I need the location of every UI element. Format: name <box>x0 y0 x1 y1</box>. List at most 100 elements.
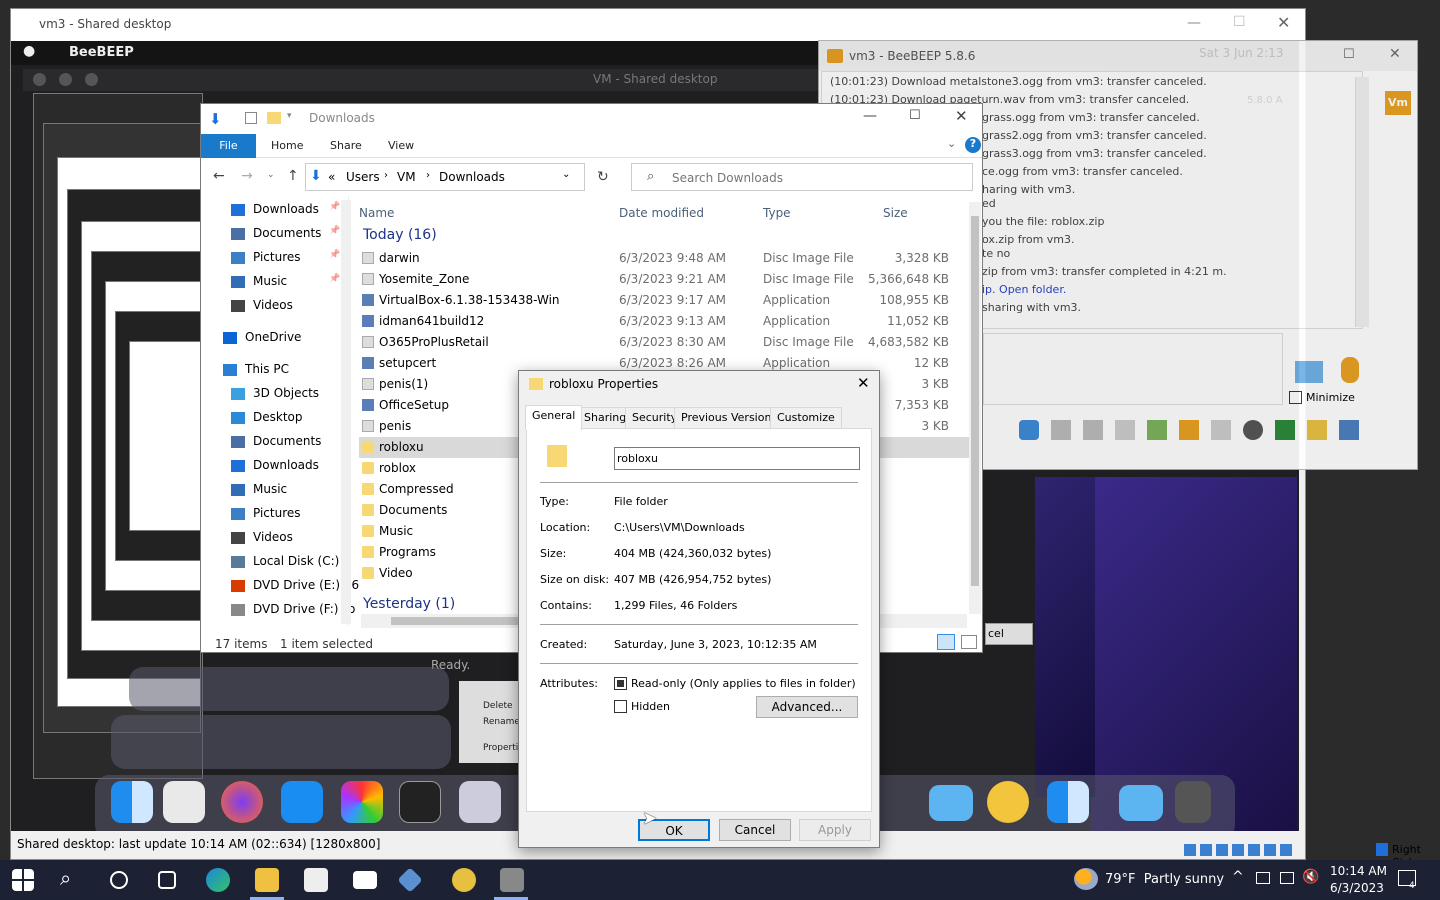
clock-date[interactable]: 6/3/2023 <box>1330 881 1384 895</box>
explorer-minimize-button[interactable]: — <box>863 108 877 124</box>
qa-dropdown-icon[interactable]: ▾ <box>287 111 292 121</box>
tab-general[interactable]: General <box>525 405 583 430</box>
beebeep-icon[interactable] <box>987 781 1029 823</box>
nav-item[interactable]: This PC <box>223 362 289 376</box>
column-name[interactable]: Name <box>359 206 394 220</box>
nav-item[interactable]: Videos <box>231 298 293 312</box>
trash-icon[interactable] <box>1175 781 1211 823</box>
finder-icon[interactable] <box>1047 781 1089 823</box>
context-menu-delete[interactable]: Delete <box>483 701 513 711</box>
dialog-close-button[interactable]: ✕ <box>857 374 870 392</box>
breadcrumb-downloads[interactable]: Downloads <box>439 170 505 184</box>
readonly-checkbox[interactable] <box>614 677 627 690</box>
recent-dropdown-icon[interactable]: ⌄ <box>267 170 275 180</box>
toolbar-icon[interactable] <box>1051 420 1071 440</box>
address-dropdown-icon[interactable]: ⌄ <box>562 169 570 180</box>
explorer-maximize-button[interactable]: ☐ <box>909 108 921 123</box>
file-row[interactable]: Yosemite_Zone 6/3/2023 9:21 AM Disc Image … <box>359 269 969 290</box>
tab-share[interactable]: Share <box>330 139 362 152</box>
terminal-icon[interactable] <box>399 781 441 823</box>
beebeep-scrollbar[interactable] <box>1355 77 1369 327</box>
nav-item[interactable]: Pictures 📌 <box>231 250 340 264</box>
send-file-icon[interactable] <box>1295 361 1323 383</box>
vm-taskbar-icon[interactable] <box>500 868 524 892</box>
network-icon[interactable] <box>1256 872 1270 884</box>
beebeep-user-badge[interactable]: Vm <box>1385 91 1411 115</box>
up-arrow-icon[interactable]: ↑ <box>287 168 299 184</box>
new-folder-qa-icon[interactable] <box>267 112 281 124</box>
beebeep-taskbar-icon[interactable] <box>452 868 476 892</box>
nav-item[interactable]: 3D Objects <box>231 386 319 400</box>
cancel-button[interactable]: Cancel <box>719 819 791 841</box>
toolbar-icon[interactable] <box>1147 420 1167 440</box>
firefox-icon[interactable] <box>221 781 263 823</box>
file-explorer-icon[interactable] <box>255 868 279 892</box>
launchpad-icon[interactable] <box>163 781 205 823</box>
vbox-device-icon[interactable] <box>1184 844 1294 856</box>
apply-button[interactable]: Apply <box>799 819 871 841</box>
weather-icon[interactable] <box>1074 868 1098 890</box>
tab-home[interactable]: Home <box>271 139 303 152</box>
minimize-checkbox[interactable] <box>1289 391 1302 404</box>
nav-item[interactable]: Desktop <box>231 410 303 424</box>
context-menu-rename[interactable]: Rename <box>483 717 520 727</box>
beebeep-message-input[interactable] <box>983 333 1283 405</box>
cortana-icon[interactable] <box>110 871 128 889</box>
nav-item[interactable]: Downloads 📌 <box>231 202 340 216</box>
folder-name-input[interactable] <box>614 447 860 470</box>
toolbar-icon[interactable] <box>1115 420 1135 440</box>
toolbar-icon[interactable] <box>1307 420 1327 440</box>
nav-item[interactable]: Downloads <box>231 458 319 472</box>
advanced-button[interactable]: Advanced... <box>756 696 858 718</box>
column-date[interactable]: Date modified <box>619 206 704 220</box>
file-row[interactable]: darwin 6/3/2023 9:48 AM Disc Image File 3,3… <box>359 248 969 269</box>
vbox-capture-icon[interactable] <box>1376 843 1388 856</box>
nav-item[interactable]: Documents 📌 <box>231 226 340 240</box>
group-today[interactable]: Today (16) <box>363 227 437 243</box>
volume-icon[interactable]: 🔇 <box>1302 869 1319 885</box>
address-bar[interactable]: ⬇ « Users › VM › Downloads ⌄ <box>305 163 585 191</box>
store-icon[interactable] <box>304 868 328 892</box>
cancel-fragment-button[interactable]: cel <box>985 623 1033 645</box>
mail-icon[interactable] <box>353 871 377 889</box>
minimize-button[interactable]: — <box>1187 15 1201 31</box>
toolbar-icon[interactable] <box>1339 420 1359 440</box>
toolbar-icon[interactable] <box>1243 420 1263 440</box>
toolbar-icon[interactable] <box>1179 420 1199 440</box>
hidden-checkbox[interactable] <box>614 700 627 713</box>
tab-file[interactable]: File <box>201 134 256 158</box>
microphone-icon[interactable] <box>1341 357 1359 383</box>
nav-item[interactable]: Local Disk (C:) <box>231 554 339 568</box>
file-row[interactable]: idman641build12 6/3/2023 9:13 AM Applicati… <box>359 311 969 332</box>
downloads-folder-icon[interactable] <box>1119 785 1163 821</box>
nav-item[interactable]: Videos <box>231 530 293 544</box>
large-icons-view-icon[interactable] <box>961 635 977 649</box>
toolbar-icon[interactable] <box>1083 420 1103 440</box>
search-input[interactable]: Search Downloads <box>631 163 973 191</box>
column-size[interactable]: Size <box>883 206 908 220</box>
beebeep-maximize-button[interactable]: ☐ <box>1343 47 1355 62</box>
nav-item[interactable]: Music <box>231 482 287 496</box>
back-arrow-icon[interactable]: ← <box>213 168 225 184</box>
toolbar-icon[interactable] <box>1275 420 1295 440</box>
maximize-button[interactable]: ☐ <box>1233 14 1246 30</box>
edge-icon[interactable] <box>206 868 230 892</box>
file-list-scrollbar[interactable] <box>969 202 981 614</box>
help-icon[interactable]: ? <box>965 137 981 153</box>
task-view-icon[interactable] <box>158 871 176 889</box>
explorer-close-button[interactable]: ✕ <box>955 107 968 125</box>
weather-text[interactable]: 79°F Partly sunny <box>1105 872 1224 887</box>
app-store-icon[interactable] <box>281 781 323 823</box>
windows-start-icon[interactable] <box>12 869 34 891</box>
breadcrumb-vm[interactable]: VM <box>397 170 416 184</box>
nav-item[interactable]: OneDrive <box>223 330 301 344</box>
tab-view[interactable]: View <box>388 139 414 152</box>
tab-customize[interactable]: Customize <box>770 407 842 429</box>
nav-item[interactable]: Music 📌 <box>231 274 340 288</box>
preview-icon[interactable] <box>459 781 501 823</box>
beebeep-close-button[interactable]: ✕ <box>1389 46 1401 62</box>
forward-arrow-icon[interactable]: → <box>241 168 253 184</box>
details-view-icon[interactable] <box>937 634 955 650</box>
search-icon[interactable]: ⌕ <box>60 866 84 890</box>
tray-chevron-icon[interactable]: ^ <box>1232 869 1244 885</box>
